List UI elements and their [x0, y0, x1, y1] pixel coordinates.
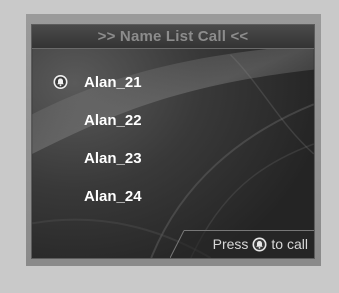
list-item-alan-23[interactable]: Alan_23	[32, 139, 314, 177]
list-item-label: Alan_22	[84, 111, 142, 129]
list-item-alan-24[interactable]: Alan_24	[32, 177, 314, 215]
page: >> Name List Call << Alan_21 Alan_22 Ala…	[0, 0, 339, 293]
list-item-alan-22[interactable]: Alan_22	[32, 101, 314, 139]
footer-prefix: Press	[212, 236, 249, 252]
call-bell-icon	[252, 237, 267, 251]
list-item-label: Alan_21	[84, 73, 142, 91]
footer-suffix: to call	[271, 236, 308, 252]
list-item-alan-21[interactable]: Alan_21	[32, 63, 314, 101]
name-list: Alan_21 Alan_22 Alan_23 Alan_24	[32, 63, 314, 215]
footer-hint: Press to call	[170, 230, 314, 258]
call-bell-icon	[53, 75, 68, 89]
list-item-label: Alan_23	[84, 149, 142, 167]
list-item-label: Alan_24	[84, 187, 142, 205]
page-title: >> Name List Call <<	[97, 28, 249, 45]
title-bar: >> Name List Call <<	[32, 25, 314, 49]
display-screen: >> Name List Call << Alan_21 Alan_22 Ala…	[31, 24, 315, 259]
footer-text: Press to call	[213, 236, 308, 252]
